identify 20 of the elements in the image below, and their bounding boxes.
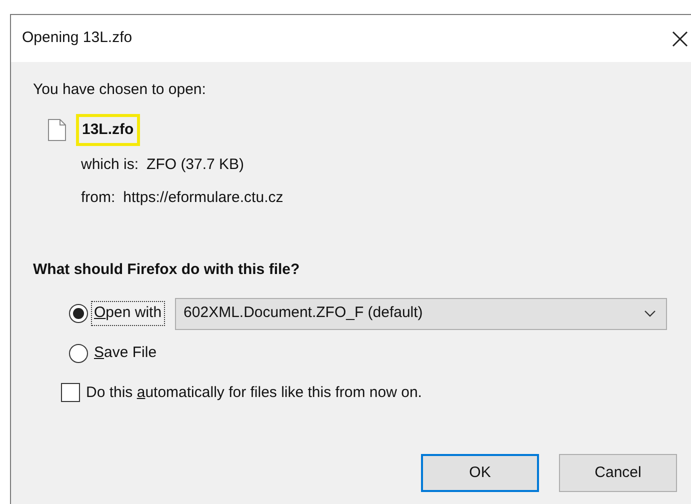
window-title: Opening 13L.zfo [22, 28, 132, 48]
detail-value: ZFO (37.7 KB) [146, 155, 244, 175]
application-dropdown[interactable]: 602XML.Document.ZFO_F (default) [174, 298, 667, 330]
radio-button[interactable] [69, 344, 88, 363]
close-icon[interactable] [671, 30, 689, 48]
checkbox[interactable] [61, 383, 80, 402]
ok-button[interactable]: OK [421, 454, 539, 492]
detail-label: from: [81, 188, 116, 208]
detail-value: https://eformulare.ctu.cz [123, 188, 284, 208]
question-text: What should Firefox do with this file? [33, 260, 301, 280]
radio-label[interactable]: Save File [91, 341, 160, 366]
file-icon [48, 118, 66, 141]
checkbox-label[interactable]: Do this automatically for files like this from now on. [86, 382, 422, 404]
cancel-button[interactable]: Cancel [559, 454, 677, 492]
intro-text: You have chosen to open: [33, 80, 207, 100]
file-name: 13L.zfo [76, 114, 140, 146]
radio-label[interactable]: Open with [91, 301, 165, 326]
radio-button[interactable] [69, 304, 88, 323]
detail-label: which is: [81, 155, 139, 175]
chevron-down-icon [644, 310, 656, 317]
